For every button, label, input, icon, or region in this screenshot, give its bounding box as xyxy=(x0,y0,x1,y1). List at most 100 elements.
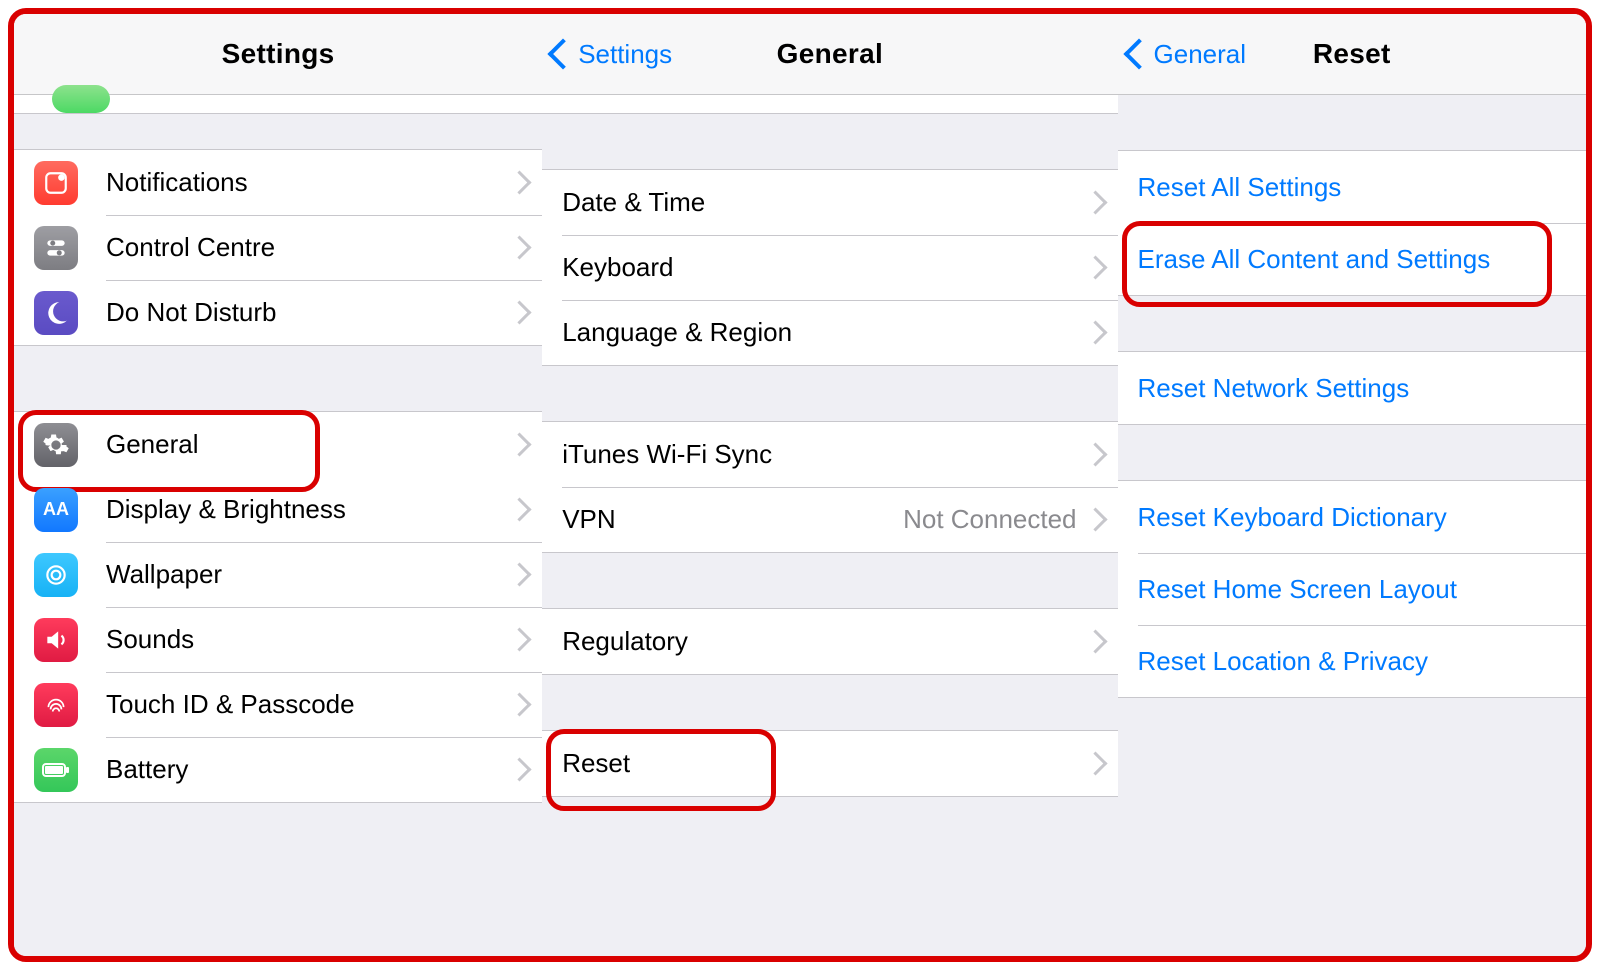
row-reset-keyboard-dict[interactable]: Reset Keyboard Dictionary xyxy=(1118,481,1586,553)
chevron-right-icon xyxy=(1083,751,1107,775)
toggle-on-peek xyxy=(52,85,110,113)
row-label: Reset xyxy=(562,748,1086,779)
row-sounds[interactable]: Sounds xyxy=(14,607,542,672)
row-date-time[interactable]: Date & Time xyxy=(542,170,1117,235)
page-title: Settings xyxy=(222,38,335,70)
notifications-icon xyxy=(34,161,78,205)
back-to-settings[interactable]: Settings xyxy=(552,14,672,94)
chevron-right-icon xyxy=(1083,442,1107,466)
row-control-centre[interactable]: Control Centre xyxy=(14,215,542,280)
row-itunes-wifi-sync[interactable]: iTunes Wi-Fi Sync xyxy=(542,422,1117,487)
section-gap xyxy=(542,114,1117,169)
chevron-right-icon xyxy=(508,627,532,651)
row-reset-all-settings[interactable]: Reset All Settings xyxy=(1118,151,1586,223)
row-notifications[interactable]: Notifications xyxy=(14,150,542,215)
chevron-left-icon xyxy=(1123,38,1154,69)
row-label: Do Not Disturb xyxy=(106,297,511,328)
chevron-right-icon xyxy=(508,432,532,456)
row-erase-all[interactable]: Erase All Content and Settings xyxy=(1118,223,1586,295)
previous-row-peek xyxy=(14,95,542,114)
chevron-right-icon xyxy=(1083,255,1107,279)
chevron-right-icon xyxy=(1083,320,1107,344)
reset-panel: General Reset Reset All Settings Erase A… xyxy=(1118,14,1586,956)
section-gap xyxy=(14,346,542,411)
row-label: Sounds xyxy=(106,624,511,655)
row-label: iTunes Wi-Fi Sync xyxy=(562,439,1086,470)
row-regulatory[interactable]: Regulatory xyxy=(542,609,1117,674)
row-label: Regulatory xyxy=(562,626,1086,657)
chevron-right-icon xyxy=(508,692,532,716)
back-label: Settings xyxy=(578,39,672,70)
display-brightness-icon: AA xyxy=(34,488,78,532)
chevron-right-icon xyxy=(508,757,532,781)
row-battery[interactable]: Battery xyxy=(14,737,542,802)
do-not-disturb-icon xyxy=(34,291,78,335)
chevron-right-icon xyxy=(508,170,532,194)
reset-group-a: Reset All Settings Erase All Content and… xyxy=(1118,150,1586,296)
row-label: Language & Region xyxy=(562,317,1086,348)
chevron-right-icon xyxy=(508,497,532,521)
section-gap xyxy=(1118,95,1586,150)
general-panel: Settings General Date & Time Keyboard La… xyxy=(542,14,1117,956)
row-display-brightness[interactable]: AA Display & Brightness xyxy=(14,477,542,542)
control-centre-icon xyxy=(34,226,78,270)
row-general[interactable]: General xyxy=(14,412,542,477)
header-settings: Settings xyxy=(14,14,542,95)
row-label: Wallpaper xyxy=(106,559,511,590)
row-label: Reset Home Screen Layout xyxy=(1138,574,1572,605)
wallpaper-icon xyxy=(34,553,78,597)
general-icon xyxy=(34,423,78,467)
row-label: Battery xyxy=(106,754,511,785)
chevron-right-icon xyxy=(508,300,532,324)
reset-group-c: Reset Keyboard Dictionary Reset Home Scr… xyxy=(1118,480,1586,698)
row-do-not-disturb[interactable]: Do Not Disturb xyxy=(14,280,542,345)
back-label: General xyxy=(1154,39,1247,70)
row-wallpaper[interactable]: Wallpaper xyxy=(14,542,542,607)
row-vpn[interactable]: VPN Not Connected xyxy=(542,487,1117,552)
row-label: Notifications xyxy=(106,167,511,198)
row-label: VPN xyxy=(562,504,903,535)
section-gap xyxy=(1118,296,1586,351)
row-label: Display & Brightness xyxy=(106,494,511,525)
chevron-left-icon xyxy=(548,38,579,69)
row-value: Not Connected xyxy=(903,504,1076,535)
chevron-right-icon xyxy=(1083,190,1107,214)
header-reset: General Reset xyxy=(1118,14,1586,95)
header-general: Settings General xyxy=(542,14,1117,95)
row-label: Date & Time xyxy=(562,187,1086,218)
chevron-right-icon xyxy=(1083,507,1107,531)
row-keyboard[interactable]: Keyboard xyxy=(542,235,1117,300)
page-title: General xyxy=(777,38,883,70)
section-gap xyxy=(542,553,1117,608)
row-reset-home-layout[interactable]: Reset Home Screen Layout xyxy=(1118,553,1586,625)
section-gap xyxy=(542,366,1117,421)
row-reset[interactable]: Reset xyxy=(542,731,1117,796)
row-reset-location-privacy[interactable]: Reset Location & Privacy xyxy=(1118,625,1586,697)
chevron-right-icon xyxy=(1083,629,1107,653)
row-touch-id[interactable]: Touch ID & Passcode xyxy=(14,672,542,737)
chevron-right-icon xyxy=(508,562,532,586)
back-to-general[interactable]: General xyxy=(1128,14,1247,94)
row-label: Control Centre xyxy=(106,232,511,263)
section-gap xyxy=(542,675,1117,730)
row-label: Reset All Settings xyxy=(1138,172,1572,203)
settings-root-panel: Settings Notifications Control Centre xyxy=(14,14,542,956)
reset-group-b: Reset Network Settings xyxy=(1118,351,1586,425)
row-label: Reset Location & Privacy xyxy=(1138,646,1572,677)
general-group-conn: iTunes Wi-Fi Sync VPN Not Connected xyxy=(542,421,1117,553)
tutorial-frame: Settings Notifications Control Centre xyxy=(8,8,1592,962)
row-label: Reset Keyboard Dictionary xyxy=(1138,502,1572,533)
row-label: Keyboard xyxy=(562,252,1086,283)
settings-group-alerts: Notifications Control Centre Do Not Dist… xyxy=(14,149,542,346)
battery-icon xyxy=(34,748,78,792)
page-title: Reset xyxy=(1313,38,1391,70)
touch-id-icon xyxy=(34,683,78,727)
row-language-region[interactable]: Language & Region xyxy=(542,300,1117,365)
settings-group-device: General AA Display & Brightness Wallpape… xyxy=(14,411,542,803)
general-group-reset: Reset xyxy=(542,730,1117,797)
previous-row-peek xyxy=(542,95,1117,114)
general-group-reg: Regulatory xyxy=(542,608,1117,675)
row-label: General xyxy=(106,429,511,460)
row-reset-network[interactable]: Reset Network Settings xyxy=(1118,352,1586,424)
general-group-locale: Date & Time Keyboard Language & Region xyxy=(542,169,1117,366)
